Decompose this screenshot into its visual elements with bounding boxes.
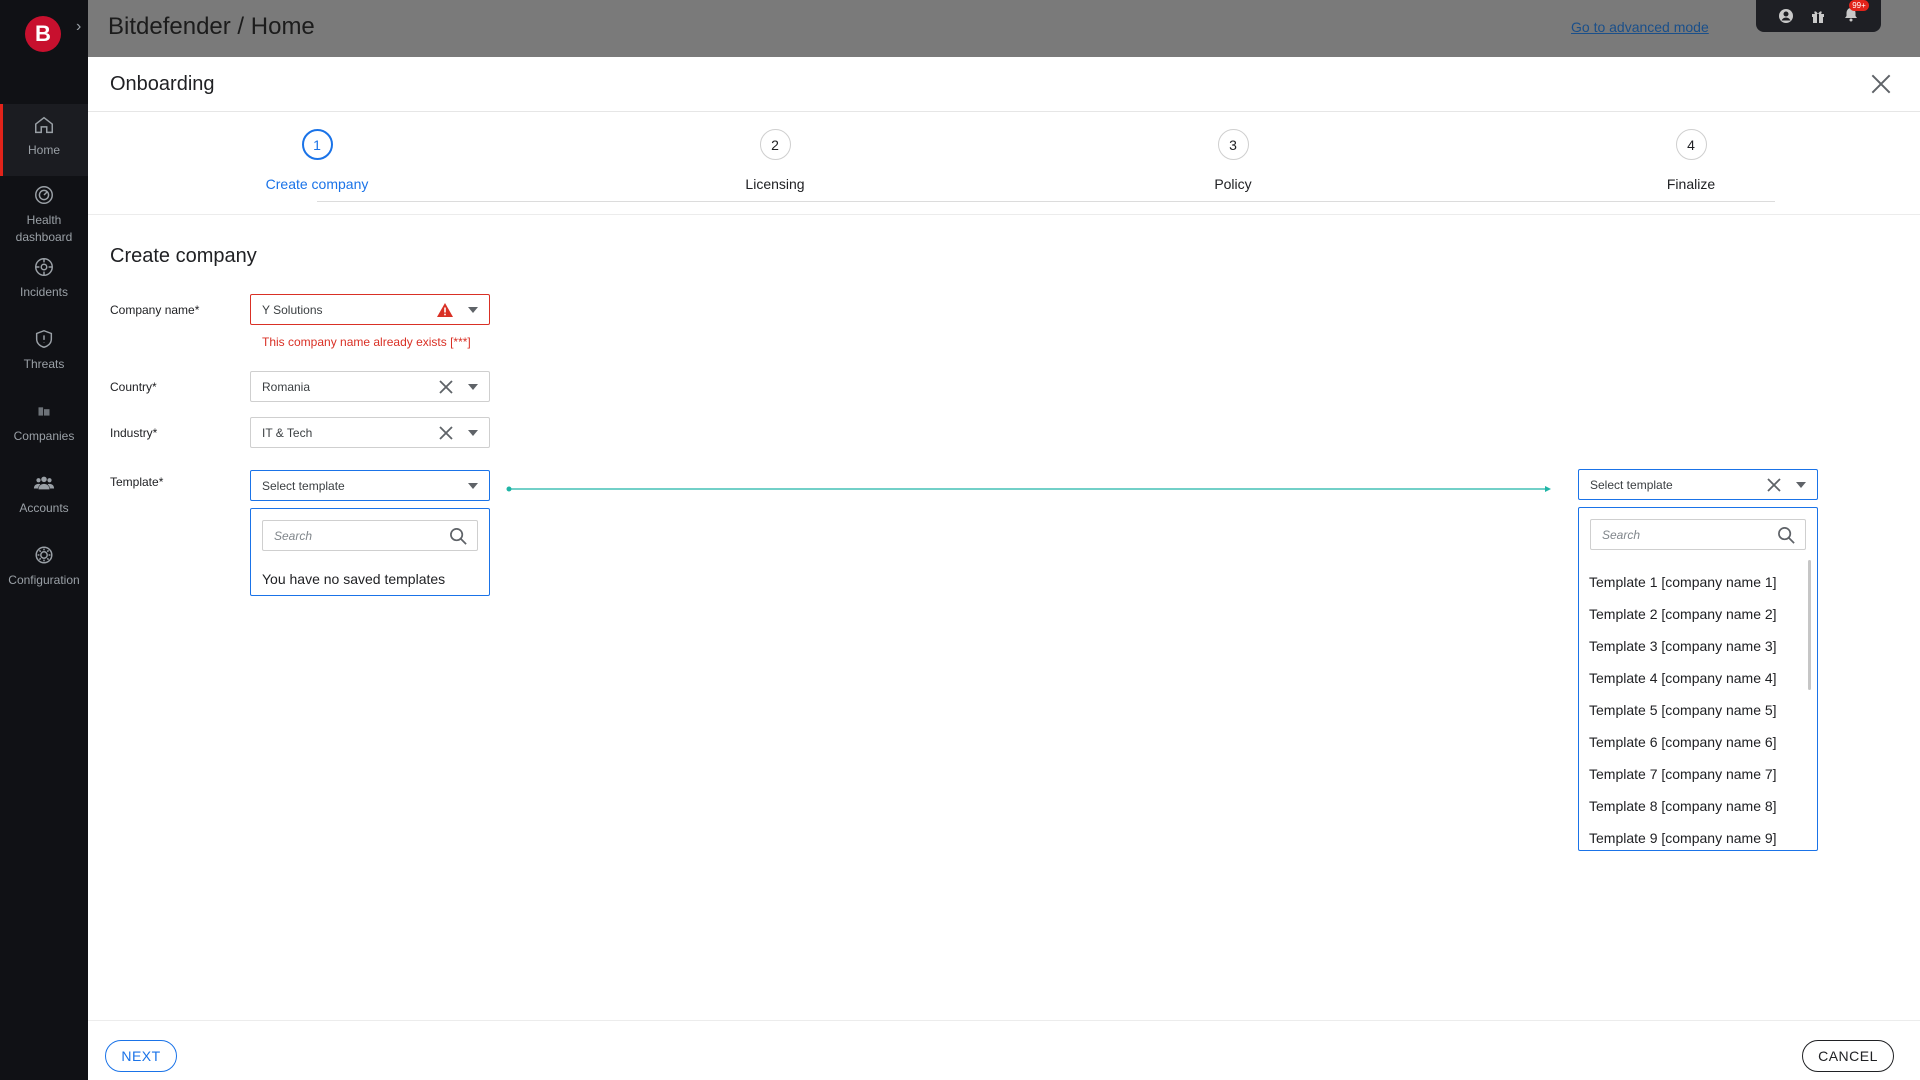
incidents-icon xyxy=(35,258,53,276)
gear-icon xyxy=(35,546,53,564)
template-option[interactable]: Template 5 [company name 5] xyxy=(1589,694,1804,726)
company-name-field[interactable]: Y Solutions xyxy=(250,294,490,325)
top-bar: Bitdefender / Home Go to advanced mode 9… xyxy=(88,0,1920,57)
modal-footer: NEXT CANCEL xyxy=(88,1020,1920,1080)
template-option[interactable]: Template 8 [company name 8] xyxy=(1589,790,1804,822)
template-select[interactable]: Select template xyxy=(250,470,490,501)
template-placeholder: Select template xyxy=(262,478,345,493)
search-placeholder: Search xyxy=(274,528,313,543)
template-option[interactable]: Template 3 [company name 3] xyxy=(1589,630,1804,662)
step-label: Licensing xyxy=(745,176,805,192)
clear-icon[interactable] xyxy=(438,425,454,441)
sidebar-item-threats[interactable]: Threats xyxy=(0,328,88,380)
sidebar-item-label: Accounts xyxy=(19,501,69,515)
template-option[interactable]: Template 1 [company name 1] xyxy=(1589,566,1804,598)
search-icon xyxy=(450,528,467,545)
step-number: 2 xyxy=(759,129,791,160)
sidebar-item-companies[interactable]: Companies xyxy=(0,400,88,452)
breadcrumb: Bitdefender / Home xyxy=(108,13,315,40)
expand-sidebar-icon[interactable]: › xyxy=(76,18,81,36)
sidebar: B › Home Health dashboard Incidents Thre… xyxy=(0,0,88,1080)
step-finalize[interactable]: 4 Finalize xyxy=(1591,129,1791,192)
step-number: 1 xyxy=(301,129,333,160)
notifications[interactable]: 99+ xyxy=(1843,0,1869,27)
sidebar-item-label: Incidents xyxy=(19,285,69,299)
clear-icon[interactable] xyxy=(438,379,454,395)
cancel-button[interactable]: CANCEL xyxy=(1802,1040,1894,1072)
gift-icon[interactable] xyxy=(1810,8,1826,24)
user-icon[interactable] xyxy=(1778,8,1794,24)
step-label: Finalize xyxy=(1666,176,1716,192)
chevron-down-icon[interactable] xyxy=(468,482,478,489)
step-create-company[interactable]: 1 Create company xyxy=(217,129,417,192)
chevron-down-icon[interactable] xyxy=(1796,481,1806,488)
industry-value: IT & Tech xyxy=(262,425,313,440)
sidebar-item-label: Companies xyxy=(13,429,75,443)
step-number: 4 xyxy=(1675,129,1707,160)
industry-label: Industry* xyxy=(110,426,158,440)
sidebar-item-label: Health dashboard xyxy=(15,213,73,244)
sidebar-item-label: Configuration xyxy=(8,573,80,587)
template-option[interactable]: Template 2 [company name 2] xyxy=(1589,598,1804,630)
country-value: Romania xyxy=(262,379,311,394)
advanced-mode-link[interactable]: Go to advanced mode xyxy=(1571,19,1709,35)
step-policy[interactable]: 3 Policy xyxy=(1133,129,1333,192)
warning-icon xyxy=(437,302,453,317)
step-number: 3 xyxy=(1217,129,1249,160)
template-option[interactable]: Template 9 [company name 9] xyxy=(1589,822,1804,850)
template-select-variant[interactable]: Select template xyxy=(1578,469,1818,500)
accounts-icon xyxy=(33,476,55,490)
search-icon xyxy=(1778,527,1795,544)
sidebar-item-incidents[interactable]: Incidents xyxy=(0,256,88,308)
template-dropdown: Search You have no saved templates xyxy=(250,508,490,596)
template-label: Template* xyxy=(110,475,164,489)
home-icon xyxy=(35,116,53,134)
modal-title: Onboarding xyxy=(110,73,215,95)
empty-templates-text: You have no saved templates xyxy=(262,571,446,587)
country-field[interactable]: Romania xyxy=(250,371,490,402)
notification-badge: 99+ xyxy=(1849,0,1869,11)
step-label: Policy xyxy=(1214,176,1252,192)
sidebar-item-health-dashboard[interactable]: Health dashboard xyxy=(0,184,88,248)
template-option[interactable]: Template 6 [company name 6] xyxy=(1589,726,1804,758)
clear-icon[interactable] xyxy=(1766,477,1782,493)
chevron-down-icon[interactable] xyxy=(468,306,478,313)
connector-arrow xyxy=(506,486,1551,492)
company-name-error: This company name already exists [***] xyxy=(262,335,471,349)
top-icons-bar: 99+ xyxy=(1756,0,1881,32)
sidebar-item-label: Home xyxy=(27,143,60,157)
search-placeholder: Search xyxy=(1602,527,1641,542)
stepper-divider xyxy=(88,214,1920,215)
section-title: Create company xyxy=(110,245,257,267)
sidebar-item-accounts[interactable]: Accounts xyxy=(0,472,88,524)
onboarding-modal: Onboarding 1 Create company 2 Licensing … xyxy=(88,57,1920,1080)
stepper-line xyxy=(317,201,1775,202)
template-option[interactable]: Template 4 [company name 4] xyxy=(1589,662,1804,694)
step-licensing[interactable]: 2 Licensing xyxy=(675,129,875,192)
template-options-dropdown: Search Template 1 [company name 1] Templ… xyxy=(1578,507,1818,851)
chevron-down-icon[interactable] xyxy=(468,383,478,390)
country-label: Country* xyxy=(110,380,157,394)
company-name-label: Company name* xyxy=(110,303,200,317)
sidebar-item-configuration[interactable]: Configuration xyxy=(0,544,88,596)
health-icon xyxy=(35,186,53,204)
bitdefender-logo[interactable]: B xyxy=(25,16,61,52)
template-option[interactable]: Template 7 [company name 7] xyxy=(1589,758,1804,790)
template-search-input[interactable]: Search xyxy=(1590,519,1806,550)
scrollbar-thumb[interactable] xyxy=(1808,560,1811,690)
next-button[interactable]: NEXT xyxy=(105,1040,177,1072)
template-options-list: Template 1 [company name 1] Template 2 [… xyxy=(1589,566,1804,850)
company-name-value: Y Solutions xyxy=(262,302,323,317)
companies-icon xyxy=(38,407,50,416)
chevron-down-icon[interactable] xyxy=(468,429,478,436)
close-icon[interactable] xyxy=(1868,71,1894,97)
sidebar-item-home[interactable]: Home xyxy=(0,104,88,176)
template-placeholder: Select template xyxy=(1590,477,1673,492)
sidebar-item-label: Threats xyxy=(23,357,65,371)
template-search-input[interactable]: Search xyxy=(262,520,478,551)
modal-header: Onboarding xyxy=(88,57,1920,112)
industry-field[interactable]: IT & Tech xyxy=(250,417,490,448)
step-label: Create company xyxy=(265,176,369,192)
shield-icon xyxy=(35,329,53,349)
